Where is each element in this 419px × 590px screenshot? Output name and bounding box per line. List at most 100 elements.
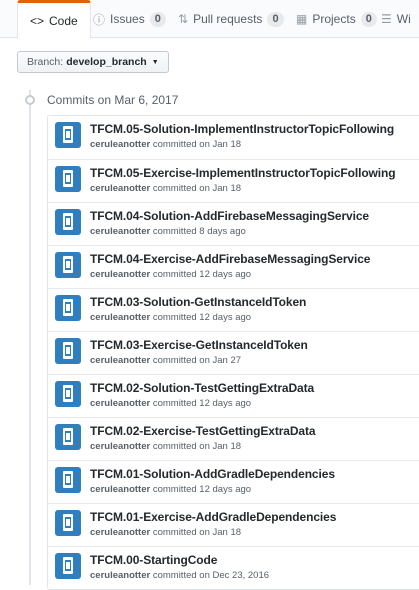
commit-list: TFCM.05-Solution-ImplementInstructorTopi…: [47, 115, 419, 590]
commit-date: 12 days ago: [199, 484, 252, 495]
commit-message-link[interactable]: TFCM.00-StartingCode: [90, 553, 217, 567]
commit-verb: committed: [152, 398, 197, 409]
commit-date: Jan 18: [212, 139, 242, 150]
commit-date: Jan 27: [212, 355, 242, 366]
commit-verb: committed: [152, 226, 197, 237]
commit-verb: committed: [152, 269, 197, 280]
commit-author-link[interactable]: ceruleanotter: [90, 398, 150, 409]
commit-meta: ceruleanotter committed 8 days ago: [90, 226, 246, 237]
commit-author-link[interactable]: ceruleanotter: [90, 226, 150, 237]
avatar[interactable]: [55, 553, 81, 579]
avatar[interactable]: [55, 467, 81, 493]
commit-row: TFCM.04-Solution-AddFirebaseMessagingSer…: [48, 202, 419, 245]
commit-group-title: Commits on Mar 6, 2017: [47, 93, 179, 107]
tab-pull-requests[interactable]: ⇅ Pull requests 0: [178, 0, 284, 38]
commit-meta: ceruleanotter committed on Dec 23, 2016: [90, 570, 269, 581]
commit-author-link[interactable]: ceruleanotter: [90, 139, 150, 150]
commit-author-link[interactable]: ceruleanotter: [90, 269, 150, 280]
commit-verb: committed on: [152, 570, 210, 581]
caret-down-icon: ▼: [151, 58, 159, 66]
tab-code[interactable]: <> Code: [17, 0, 91, 39]
commit-verb: committed on: [152, 355, 210, 366]
issue-icon: ⓘ: [93, 12, 106, 27]
commit-verb: committed: [152, 484, 197, 495]
commit-meta: ceruleanotter committed 12 days ago: [90, 398, 251, 409]
commit-date: 12 days ago: [199, 312, 252, 323]
tab-issues-label: Issues: [110, 12, 145, 26]
tab-projects[interactable]: ▦ Projects 0: [296, 0, 377, 38]
tab-projects-label: Projects: [312, 12, 356, 26]
project-icon: ▦: [296, 12, 308, 26]
commit-date: 8 days ago: [199, 226, 246, 237]
commit-message-link[interactable]: TFCM.05-Solution-ImplementInstructorTopi…: [90, 122, 394, 136]
tab-issues[interactable]: ⓘ Issues 0: [93, 0, 166, 38]
repo-tabnav: <> Code ⓘ Issues 0 ⇅ Pull requests 0 ▦ P…: [0, 0, 419, 39]
commit-message-link[interactable]: TFCM.03-Exercise-GetInstanceIdToken: [90, 338, 308, 352]
issues-counter: 0: [149, 11, 166, 27]
commit-row: TFCM.05-Solution-ImplementInstructorTopi…: [48, 116, 419, 159]
commit-message-link[interactable]: TFCM.05-Exercise-ImplementInstructorTopi…: [90, 166, 396, 180]
commit-meta: ceruleanotter committed 12 days ago: [90, 484, 251, 495]
commit-meta: ceruleanotter committed on Jan 27: [90, 355, 241, 366]
commit-date: Jan 18: [212, 183, 242, 194]
commit-meta: ceruleanotter committed on Jan 18: [90, 139, 241, 150]
commit-row: TFCM.05-Exercise-ImplementInstructorTopi…: [48, 159, 419, 202]
commit-row: TFCM.00-StartingCode ceruleanotter commit…: [48, 546, 419, 589]
branch-select-button[interactable]: Branch: develop_branch ▼: [17, 51, 169, 73]
commit-date: 12 days ago: [199, 398, 252, 409]
commit-group-icon: [23, 95, 37, 105]
pull-requests-counter: 0: [267, 11, 284, 27]
commit-author-link[interactable]: ceruleanotter: [90, 312, 150, 323]
commit-date: Jan 18: [212, 527, 242, 538]
commit-row: TFCM.02-Exercise-TestGettingExtraData cer…: [48, 417, 419, 460]
avatar[interactable]: [55, 338, 81, 364]
commit-message-link[interactable]: TFCM.03-Solution-GetInstanceIdToken: [90, 295, 306, 309]
avatar[interactable]: [55, 166, 81, 192]
tab-pull-requests-label: Pull requests: [193, 12, 263, 26]
commit-message-link[interactable]: TFCM.02-Exercise-TestGettingExtraData: [90, 424, 316, 438]
commit-author-link[interactable]: ceruleanotter: [90, 484, 150, 495]
commit-author-link[interactable]: ceruleanotter: [90, 183, 150, 194]
avatar[interactable]: [55, 252, 81, 278]
timeline-line: [29, 90, 31, 585]
commit-meta: ceruleanotter committed 12 days ago: [90, 269, 251, 280]
commit-message-link[interactable]: TFCM.04-Exercise-AddFirebaseMessagingSer…: [90, 252, 370, 266]
commit-message-link[interactable]: TFCM.04-Solution-AddFirebaseMessagingSer…: [90, 209, 369, 223]
avatar[interactable]: [55, 295, 81, 321]
commit-row: TFCM.02-Solution-TestGettingExtraData cer…: [48, 374, 419, 417]
commit-author-link[interactable]: ceruleanotter: [90, 355, 150, 366]
commit-author-link[interactable]: ceruleanotter: [90, 570, 150, 581]
avatar[interactable]: [55, 424, 81, 450]
commit-meta: ceruleanotter committed 12 days ago: [90, 312, 251, 323]
commit-row: TFCM.04-Exercise-AddFirebaseMessagingSer…: [48, 245, 419, 288]
branch-prefix: Branch:: [27, 56, 64, 68]
commit-row: TFCM.03-Solution-GetInstanceIdToken cerul…: [48, 288, 419, 331]
commit-row: TFCM.01-Exercise-AddGradleDependencies ce…: [48, 503, 419, 546]
pull-request-icon: ⇅: [178, 12, 189, 26]
tab-wiki-label: Wi: [396, 12, 411, 26]
branch-name: develop_branch: [66, 56, 147, 68]
commit-meta: ceruleanotter committed on Jan 18: [90, 441, 241, 452]
commit-date: Jan 18: [212, 441, 242, 452]
commit-date: 12 days ago: [199, 269, 252, 280]
avatar[interactable]: [55, 381, 81, 407]
tab-code-label: Code: [49, 13, 78, 28]
commit-author-link[interactable]: ceruleanotter: [90, 441, 150, 452]
avatar[interactable]: [55, 209, 81, 235]
avatar[interactable]: [55, 122, 81, 148]
commit-message-link[interactable]: TFCM.01-Solution-AddGradleDependencies: [90, 467, 335, 481]
commit-meta: ceruleanotter committed on Jan 18: [90, 183, 241, 194]
code-icon: <>: [30, 13, 45, 28]
commit-verb: committed: [152, 312, 197, 323]
commit-verb: committed on: [152, 183, 210, 194]
commit-row: TFCM.01-Solution-AddGradleDependencies ce…: [48, 460, 419, 503]
commit-verb: committed on: [152, 527, 210, 538]
commit-row: TFCM.03-Exercise-GetInstanceIdToken cerul…: [48, 331, 419, 374]
commit-message-link[interactable]: TFCM.02-Solution-TestGettingExtraData: [90, 381, 314, 395]
tab-wiki[interactable]: ☰ Wi: [381, 0, 411, 38]
commit-verb: committed on: [152, 441, 210, 452]
book-icon: ☰: [381, 12, 392, 26]
commit-author-link[interactable]: ceruleanotter: [90, 527, 150, 538]
commit-message-link[interactable]: TFCM.01-Exercise-AddGradleDependencies: [90, 510, 336, 524]
avatar[interactable]: [55, 510, 81, 536]
